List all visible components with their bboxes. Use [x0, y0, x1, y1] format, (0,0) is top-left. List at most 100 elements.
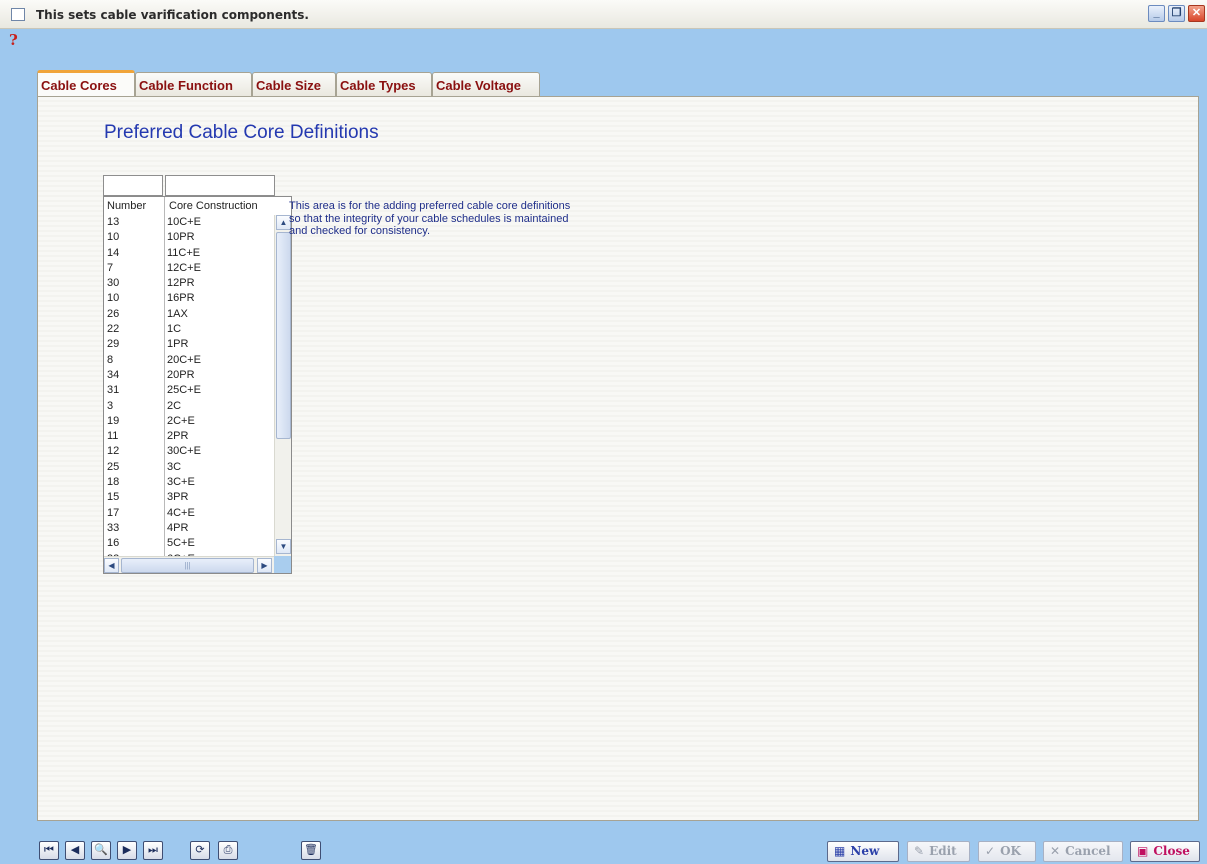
print-icon[interactable]: ⎙ — [218, 841, 238, 860]
table-row[interactable]: 17 4C+E — [104, 506, 274, 521]
cell-core-construction: 3C — [167, 460, 182, 473]
cell-number: 22 — [107, 323, 120, 336]
table-row[interactable]: 8 20C+E — [104, 353, 274, 368]
column-header-number[interactable]: Number — [107, 200, 146, 212]
vertical-scroll-thumb[interactable] — [276, 232, 291, 439]
close-button-label: Close — [1153, 844, 1190, 858]
table-row[interactable]: 19 2C+E — [104, 414, 274, 429]
cancel-x-icon: ✕ — [1050, 844, 1061, 858]
table-row[interactable]: 7 12C+E — [104, 261, 274, 276]
table-row[interactable]: 15 3PR — [104, 490, 274, 505]
cell-number: 29 — [107, 338, 120, 351]
table-row[interactable]: 3 2C — [104, 399, 274, 414]
info-line: and checked for consistency. — [289, 225, 431, 237]
new-record-icon: ▦ — [834, 844, 846, 858]
table-row[interactable]: 16 5C+E — [104, 536, 274, 551]
table-row[interactable]: 10 16PR — [104, 291, 274, 306]
cell-number: 31 — [107, 384, 120, 397]
horizontal-scroll-thumb[interactable]: ||| — [121, 558, 254, 573]
cell-number: 7 — [107, 261, 114, 274]
window-icon[interactable] — [11, 8, 25, 21]
cell-core-construction: 4PR — [167, 521, 189, 534]
core-construction-filter-input[interactable] — [165, 175, 275, 196]
close-button[interactable]: ▣ Close — [1130, 841, 1200, 862]
scrollbar-corner — [274, 556, 291, 573]
table-row[interactable]: 11 2PR — [104, 429, 274, 444]
bottom-toolbar: ⏮ ◀ 🔍 ▶ ⏭ ⟳ ⎙ 🗑 ▦ New ✎ Edit ✓ OK ✕ Cancel ▣… — [0, 836, 1207, 864]
cell-number: 12 — [107, 445, 120, 458]
horizontal-scrollbar[interactable]: ◀ ||| ▶ — [104, 556, 274, 573]
minimize-button[interactable]: _ — [1148, 5, 1165, 22]
next-record-icon[interactable]: ▶ — [117, 841, 137, 860]
last-record-icon[interactable]: ⏭ — [143, 841, 163, 860]
table-row[interactable]: 34 20PR — [104, 368, 274, 383]
delete-trash-icon[interactable]: 🗑 — [301, 841, 321, 860]
column-header-core-construction[interactable]: Core Construction — [169, 200, 258, 212]
check-icon: ✓ — [985, 844, 996, 858]
find-binoculars-icon[interactable]: 🔍 — [91, 841, 111, 860]
cell-number: 34 — [107, 368, 120, 381]
previous-record-icon[interactable]: ◀ — [65, 841, 85, 860]
cell-number: 30 — [107, 277, 120, 290]
table-row[interactable]: 26 1AX — [104, 307, 274, 322]
cell-number: 3 — [107, 399, 114, 412]
table-row[interactable]: 12 30C+E — [104, 444, 274, 459]
edit-button[interactable]: ✎ Edit — [907, 841, 970, 862]
cell-core-construction: 1AX — [167, 307, 188, 320]
ok-button[interactable]: ✓ OK — [978, 841, 1036, 862]
number-filter-input[interactable] — [103, 175, 163, 196]
cell-number: 11 — [107, 430, 119, 443]
table-row[interactable]: 14 11C+E — [104, 246, 274, 261]
cell-number: 10 — [107, 292, 120, 305]
cell-number: 26 — [107, 307, 120, 320]
info-text: This area is for the adding preferred ca… — [289, 200, 619, 238]
cell-core-construction: 1PR — [167, 338, 189, 351]
table-row[interactable]: 22 1C — [104, 322, 274, 337]
table-row[interactable]: 18 3C+E — [104, 475, 274, 490]
cell-core-construction: 16PR — [167, 292, 195, 305]
close-window-button[interactable]: ✕ — [1188, 5, 1205, 22]
edit-button-label: Edit — [929, 844, 957, 858]
tab-cable-cores[interactable]: Cable Cores — [37, 70, 135, 98]
cell-core-construction: 12PR — [167, 277, 195, 290]
cell-number: 25 — [107, 460, 120, 473]
cell-core-construction: 20C+E — [167, 353, 201, 366]
info-line: This area is for the adding preferred ca… — [289, 200, 571, 212]
edit-icon: ✎ — [914, 844, 925, 858]
table-row[interactable]: 29 1PR — [104, 337, 274, 352]
scroll-left-icon[interactable]: ◀ — [104, 558, 119, 573]
cancel-button[interactable]: ✕ Cancel — [1043, 841, 1123, 862]
table-row[interactable]: 30 12PR — [104, 276, 274, 291]
table-row[interactable]: 10 10PR — [104, 230, 274, 245]
grid-rows: 13 10C+E 10 10PR 14 11C+E 7 12C+E 30 12PR 10 16PR 26… — [104, 215, 274, 567]
window-title: This sets cable varification components. — [36, 8, 309, 22]
cell-number: 33 — [107, 521, 120, 534]
vertical-scrollbar[interactable]: ▲ ▼ — [274, 215, 291, 556]
cell-number: 19 — [107, 414, 120, 427]
first-record-icon[interactable]: ⏮ — [39, 841, 59, 860]
tab-cable-function[interactable]: Cable Function — [135, 72, 252, 97]
new-button-label: New — [850, 844, 880, 858]
restore-button[interactable]: ❐ — [1168, 5, 1185, 22]
cell-core-construction: 10PR — [167, 231, 195, 244]
table-row[interactable]: 31 25C+E — [104, 383, 274, 398]
table-row[interactable]: 33 4PR — [104, 521, 274, 536]
cell-number: 15 — [107, 491, 120, 504]
cell-number: 8 — [107, 353, 114, 366]
cell-core-construction: 1C — [167, 323, 182, 336]
help-icon[interactable]: ? — [9, 31, 18, 49]
core-definitions-grid[interactable]: Number Core Construction 13 10C+E 10 10PR 14… — [103, 196, 292, 574]
new-button[interactable]: ▦ New — [827, 841, 899, 862]
cell-number: 17 — [107, 506, 120, 519]
scroll-right-icon[interactable]: ▶ — [257, 558, 272, 573]
tab-cable-voltage[interactable]: Cable Voltage — [432, 72, 540, 97]
table-row[interactable]: 25 3C — [104, 460, 274, 475]
scroll-down-icon[interactable]: ▼ — [276, 539, 291, 554]
table-row[interactable]: 13 10C+E — [104, 215, 274, 230]
tab-cable-types[interactable]: Cable Types — [336, 72, 432, 97]
grid-header: Number Core Construction — [104, 197, 291, 573]
cell-core-construction: 2C — [167, 399, 182, 412]
cell-core-construction: 2C+E — [167, 414, 195, 427]
tab-cable-size[interactable]: Cable Size — [252, 72, 336, 97]
refresh-icon[interactable]: ⟳ — [190, 841, 210, 860]
